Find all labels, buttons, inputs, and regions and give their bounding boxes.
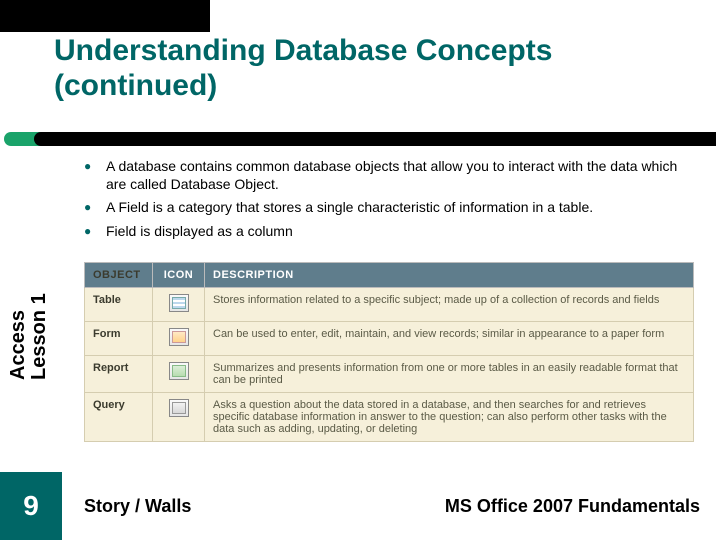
bullet-text: Field is displayed as a column bbox=[106, 223, 293, 239]
footer-right: MS Office 2007 Fundamentals bbox=[445, 496, 700, 517]
cell-description: Stores information related to a specific… bbox=[205, 288, 694, 322]
report-icon bbox=[169, 362, 189, 380]
cell-description: Summarizes and presents information from… bbox=[205, 356, 694, 393]
cell-icon bbox=[153, 356, 205, 393]
slide: Understanding Database Concepts (continu… bbox=[0, 0, 720, 540]
table-row: Report Summarizes and presents informati… bbox=[85, 356, 694, 393]
table-icon bbox=[169, 294, 189, 312]
cell-description: Asks a question about the data stored in… bbox=[205, 393, 694, 442]
side-label: Access Lesson 1 bbox=[8, 293, 50, 380]
table-header-row: OBJECT ICON DESCRIPTION bbox=[85, 263, 694, 288]
cell-description: Can be used to enter, edit, maintain, an… bbox=[205, 322, 694, 356]
col-header-object: OBJECT bbox=[85, 263, 153, 288]
slide-number: 9 bbox=[0, 472, 62, 540]
bullet-item: A database contains common database obje… bbox=[84, 158, 684, 193]
cell-object: Report bbox=[85, 356, 153, 393]
bullet-text: A database contains common database obje… bbox=[106, 158, 677, 192]
divider-black bbox=[34, 132, 716, 146]
table-row: Query Asks a question about the data sto… bbox=[85, 393, 694, 442]
objects-table: OBJECT ICON DESCRIPTION Table Stores inf… bbox=[84, 262, 694, 442]
table-row: Table Stores information related to a sp… bbox=[85, 288, 694, 322]
col-header-description: DESCRIPTION bbox=[205, 263, 694, 288]
slide-title: Understanding Database Concepts (continu… bbox=[54, 34, 694, 103]
query-icon bbox=[169, 399, 189, 417]
cell-icon bbox=[153, 322, 205, 356]
bullet-item: A Field is a category that stores a sing… bbox=[84, 199, 684, 217]
cell-object: Query bbox=[85, 393, 153, 442]
footer-left: Story / Walls bbox=[84, 496, 191, 517]
title-accent-bar bbox=[0, 0, 210, 32]
bullet-text: A Field is a category that stores a sing… bbox=[106, 199, 593, 215]
cell-icon bbox=[153, 288, 205, 322]
cell-icon bbox=[153, 393, 205, 442]
bullet-list: A database contains common database obje… bbox=[84, 158, 684, 246]
table-row: Form Can be used to enter, edit, maintai… bbox=[85, 322, 694, 356]
cell-object: Table bbox=[85, 288, 153, 322]
bullet-item: Field is displayed as a column bbox=[84, 223, 684, 241]
form-icon bbox=[169, 328, 189, 346]
col-header-icon: ICON bbox=[153, 263, 205, 288]
cell-object: Form bbox=[85, 322, 153, 356]
